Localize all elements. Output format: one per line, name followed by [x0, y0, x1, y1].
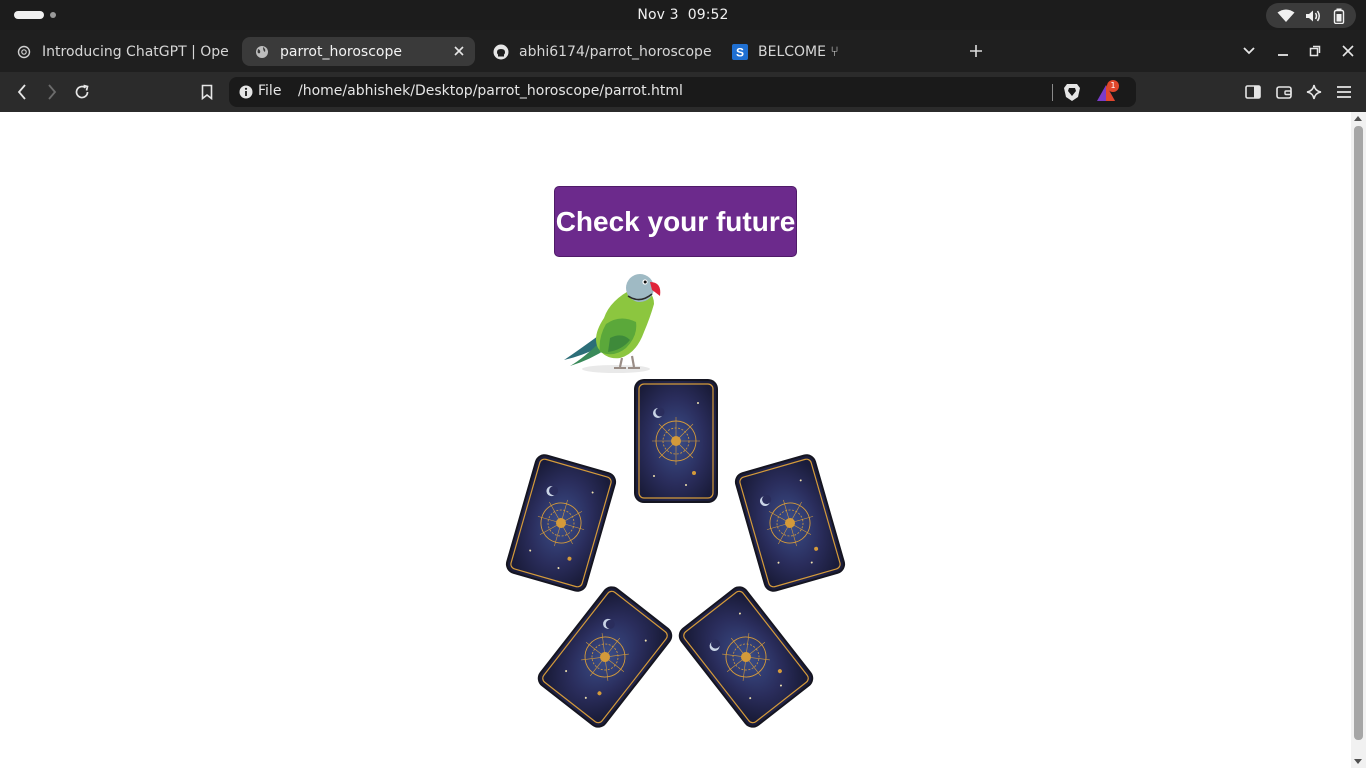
openai-icon: [16, 44, 32, 60]
tab-chatgpt[interactable]: Introducing ChatGPT | Open: [16, 37, 228, 66]
plus-icon: [970, 45, 982, 57]
address-bar-divider: [1052, 84, 1053, 101]
scroll-up-arrow-icon[interactable]: [1354, 116, 1362, 121]
chevron-down-icon: [1243, 47, 1255, 55]
tab-parrot-horoscope[interactable]: parrot_horoscope: [242, 37, 475, 66]
parrot-image: [564, 274, 661, 373]
system-top-bar: Nov 3 09:52: [0, 0, 1366, 30]
bookmark-icon: [201, 84, 213, 100]
maximize-button[interactable]: [1305, 41, 1325, 61]
back-button[interactable]: [12, 82, 32, 102]
new-tab-button[interactable]: [966, 41, 986, 61]
tarot-card[interactable]: [536, 585, 674, 729]
main-menu-button[interactable]: [1334, 82, 1354, 102]
sidebar-toggle-button[interactable]: [1243, 82, 1263, 102]
wallet-button[interactable]: [1274, 82, 1294, 102]
clock[interactable]: Nov 3 09:52: [0, 7, 1366, 23]
tab-strip: Introducing ChatGPT | Open parrot_horosc…: [0, 30, 1366, 72]
battery-icon: [1333, 8, 1345, 24]
tab-search-button[interactable]: [1239, 41, 1259, 61]
tab-title: abhi6174/parrot_horoscope: [519, 43, 712, 60]
back-arrow-icon: [17, 84, 26, 100]
close-icon[interactable]: [451, 43, 467, 59]
page-viewport: Check your future: [0, 112, 1366, 768]
tarot-card[interactable]: [735, 454, 845, 592]
svg-text:S: S: [736, 45, 744, 59]
tarot-card[interactable]: [636, 381, 716, 501]
sidebar-icon: [1245, 85, 1261, 99]
tab-title: parrot_horoscope: [280, 43, 402, 60]
tab-title: BELCOME ⑂: [758, 43, 839, 60]
system-status-menu[interactable]: [1266, 3, 1356, 28]
info-icon[interactable]: [239, 85, 253, 99]
tab-title: Introducing ChatGPT | Open: [42, 43, 228, 60]
brave-shields-icon[interactable]: [1063, 83, 1081, 102]
vertical-scrollbar[interactable]: [1351, 112, 1366, 768]
volume-icon: [1305, 9, 1323, 23]
clock-date: Nov 3: [637, 7, 679, 23]
wallet-icon: [1276, 86, 1292, 99]
s-icon: S: [732, 43, 748, 60]
address-bar[interactable]: File /home/abhishek/Desktop/parrot_horos…: [229, 77, 1136, 107]
tab-belcome[interactable]: S BELCOME ⑂: [732, 37, 844, 66]
scrollbar-thumb[interactable]: [1354, 126, 1363, 740]
tab-github[interactable]: abhi6174/parrot_horoscope: [493, 37, 718, 66]
forward-arrow-icon: [48, 84, 57, 100]
minimize-button[interactable]: [1273, 41, 1293, 61]
url-scheme-label: File: [258, 83, 282, 99]
hamburger-icon: [1337, 86, 1351, 98]
globe-icon: [254, 44, 270, 60]
wifi-icon: [1277, 9, 1295, 23]
reload-icon: [75, 84, 89, 99]
restore-icon: [1309, 45, 1321, 57]
tarot-card[interactable]: [506, 454, 616, 592]
sparkle-icon: [1306, 84, 1322, 100]
forward-button[interactable]: [42, 82, 62, 102]
reload-button[interactable]: [72, 82, 92, 102]
clock-time: 09:52: [687, 7, 729, 23]
url-text[interactable]: /home/abhishek/Desktop/parrot_horoscope/…: [298, 83, 683, 99]
rewards-badge: 1: [1107, 80, 1119, 92]
minimize-icon: [1278, 54, 1288, 56]
close-window-button[interactable]: [1338, 41, 1358, 61]
leo-ai-button[interactable]: [1304, 82, 1324, 102]
scroll-down-arrow-icon[interactable]: [1354, 759, 1362, 764]
check-future-button[interactable]: Check your future: [554, 186, 797, 257]
close-icon: [1342, 45, 1354, 57]
tarot-card[interactable]: [677, 585, 815, 729]
bookmark-button[interactable]: [197, 82, 217, 102]
github-icon: [493, 44, 509, 60]
